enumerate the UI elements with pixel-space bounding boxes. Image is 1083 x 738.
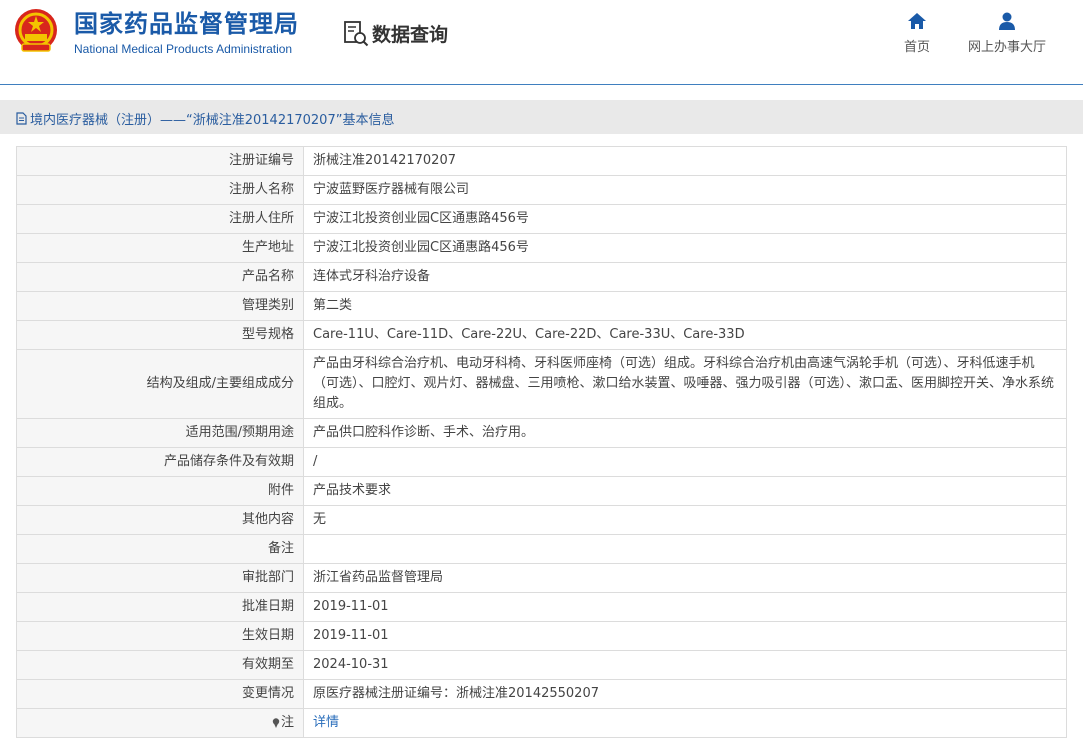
site-header: 国家药品监督管理局 National Medical Products Admi… bbox=[0, 0, 1083, 85]
field-value: 浙江省药品监督管理局 bbox=[303, 563, 1067, 593]
note-label: 注 bbox=[280, 715, 294, 730]
field-value: 2024-10-31 bbox=[303, 650, 1067, 680]
section-title-text: 境内医疗器械（注册）——“浙械注准20142170207”基本信息 bbox=[30, 113, 395, 128]
nav-home[interactable]: 首页 bbox=[896, 12, 938, 55]
table-row: 注册人名称 宁波蓝野医疗器械有限公司 bbox=[16, 175, 1067, 205]
field-label: 注册证编号 bbox=[16, 146, 304, 176]
org-name-cn: 国家药品监督管理局 bbox=[74, 10, 299, 38]
table-row: 备注 bbox=[16, 534, 1067, 564]
nav-online-service-hall[interactable]: 网上办事大厅 bbox=[962, 12, 1052, 55]
table-row: 审批部门 浙江省药品监督管理局 bbox=[16, 563, 1067, 593]
table-row: 生效日期 2019-11-01 bbox=[16, 621, 1067, 651]
table-row: 其他内容无 bbox=[16, 505, 1067, 535]
field-value: 产品由牙科综合治疗机、电动牙科椅、牙科医师座椅（可选）组成。牙科综合治疗机由高速… bbox=[303, 349, 1067, 419]
field-label: 适用范围/预期用途 bbox=[16, 418, 304, 448]
search-document-icon bbox=[344, 21, 369, 47]
field-value bbox=[303, 534, 1067, 564]
field-value: 产品供口腔科作诊断、手术、治疗用。 bbox=[303, 418, 1067, 448]
field-label: 管理类别 bbox=[16, 291, 304, 321]
field-value: 2019-11-01 bbox=[303, 621, 1067, 651]
note-label-cell: 注 bbox=[16, 708, 304, 738]
table-row: 生产地址 宁波江北投资创业园C区通惠路456号 bbox=[16, 233, 1067, 263]
field-label: 型号规格 bbox=[16, 320, 304, 350]
field-label: 结构及组成/主要组成成分 bbox=[16, 349, 304, 419]
field-value: 原医疗器械注册证编号：浙械注准20142550207 bbox=[303, 679, 1067, 709]
field-value: / bbox=[303, 447, 1067, 477]
field-label: 生产地址 bbox=[16, 233, 304, 263]
org-name-en: National Medical Products Administration bbox=[74, 42, 293, 56]
nav-home-label: 首页 bbox=[903, 40, 930, 55]
field-value: 宁波江北投资创业园C区通惠路456号 bbox=[303, 204, 1067, 234]
details-link[interactable]: 详情 bbox=[313, 715, 339, 730]
data-query-label: 数据查询 bbox=[372, 23, 449, 46]
detail-table: 注册证编号 浙械注准20142170207 注册人名称 宁波蓝野医疗器械有限公司 注册人… bbox=[16, 146, 1067, 738]
user-icon bbox=[999, 12, 1015, 30]
field-value: Care-11U、Care-11D、Care-22U、Care-22D、Care… bbox=[303, 320, 1067, 350]
national-emblem-icon bbox=[15, 9, 57, 52]
table-row: 适用范围/预期用途 产品供口腔科作诊断、手术、治疗用。 bbox=[16, 418, 1067, 448]
field-value: 产品技术要求 bbox=[303, 476, 1067, 506]
table-row: 型号规格 Care-11U、Care-11D、Care-22U、Care-22D、… bbox=[16, 320, 1067, 350]
field-value: 2019-11-01 bbox=[303, 592, 1067, 622]
field-value: 第二类 bbox=[303, 291, 1067, 321]
table-row: 有效期至 2024-10-31 bbox=[16, 650, 1067, 680]
section-header: 境内医疗器械（注册）——“浙械注准20142170207”基本信息 bbox=[0, 100, 1083, 134]
field-value: 浙械注准20142170207 bbox=[303, 146, 1067, 176]
field-value: 连体式牙科治疗设备 bbox=[303, 262, 1067, 292]
home-icon bbox=[908, 13, 926, 29]
nav-hall-label: 网上办事大厅 bbox=[967, 40, 1046, 55]
table-row: 管理类别 第二类 bbox=[16, 291, 1067, 321]
table-row: 结构及组成/主要组成成分 产品由牙科综合治疗机、电动牙科椅、牙科医师座椅（可选）组… bbox=[16, 349, 1067, 419]
field-label: 批准日期 bbox=[16, 592, 304, 622]
field-label: 其他内容 bbox=[16, 505, 304, 535]
table-row: 产品名称 连体式牙科治疗设备 bbox=[16, 262, 1067, 292]
table-row: 变更情况 原医疗器械注册证编号：浙械注准20142550207 bbox=[16, 679, 1067, 709]
field-label: 生效日期 bbox=[16, 621, 304, 651]
table-row: 产品储存条件及有效期 / bbox=[16, 447, 1067, 477]
table-row: 附件 产品技术要求 bbox=[16, 476, 1067, 506]
field-label: 产品储存条件及有效期 bbox=[16, 447, 304, 477]
field-label: 审批部门 bbox=[16, 563, 304, 593]
field-value: 无 bbox=[303, 505, 1067, 535]
field-value: 宁波蓝野医疗器械有限公司 bbox=[303, 175, 1067, 205]
field-label: 附件 bbox=[16, 476, 304, 506]
field-label: 备注 bbox=[16, 534, 304, 564]
field-value: 宁波江北投资创业园C区通惠路456号 bbox=[303, 233, 1067, 263]
field-label: 产品名称 bbox=[16, 262, 304, 292]
field-label: 变更情况 bbox=[16, 679, 304, 709]
field-label: 注册人住所 bbox=[16, 204, 304, 234]
document-icon bbox=[16, 112, 27, 125]
table-row: 注册证编号 浙械注准20142170207 bbox=[16, 146, 1067, 176]
pin-icon bbox=[272, 717, 280, 728]
data-query-title[interactable]: 数据查询 bbox=[342, 18, 448, 48]
field-label: 有效期至 bbox=[16, 650, 304, 680]
table-row-note: 注 详情 bbox=[16, 708, 1067, 738]
table-row: 注册人住所 宁波江北投资创业园C区通惠路456号 bbox=[16, 204, 1067, 234]
field-label: 注册人名称 bbox=[16, 175, 304, 205]
note-value-cell: 详情 bbox=[303, 708, 1067, 738]
table-row: 批准日期 2019-11-01 bbox=[16, 592, 1067, 622]
section-title: 境内医疗器械（注册）——“浙械注准20142170207”基本信息 bbox=[16, 109, 394, 128]
